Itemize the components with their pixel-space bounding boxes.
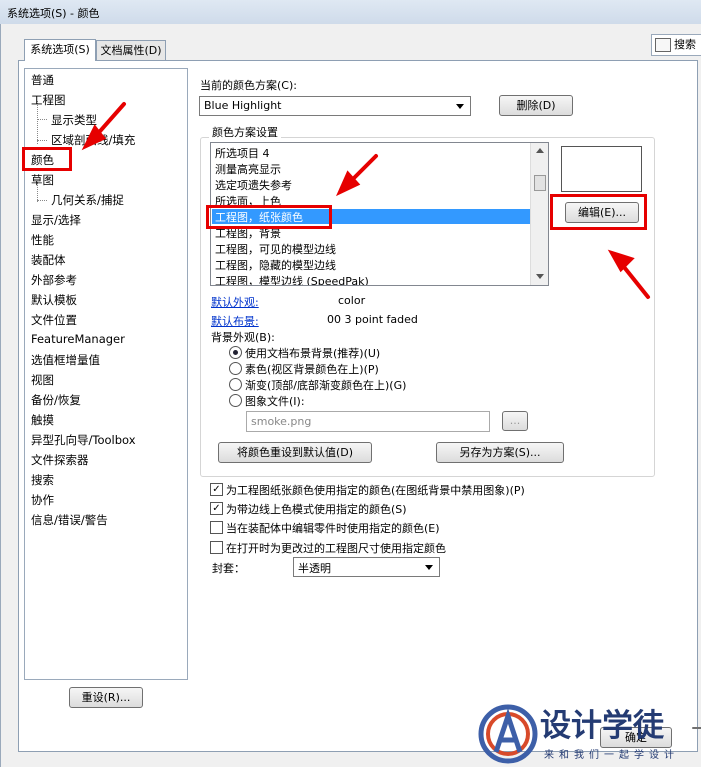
watermark-subtitle: 来和我们一起学设计: [544, 748, 679, 761]
annotation-arrows: [81, 102, 650, 299]
watermark-logo: 设计学徒 来和我们一起学设计: [478, 704, 679, 764]
tab-system-options[interactable]: 系统选项(S): [24, 39, 96, 61]
arrow-head: [607, 249, 635, 273]
watermark-title: 设计学徒: [540, 708, 665, 744]
